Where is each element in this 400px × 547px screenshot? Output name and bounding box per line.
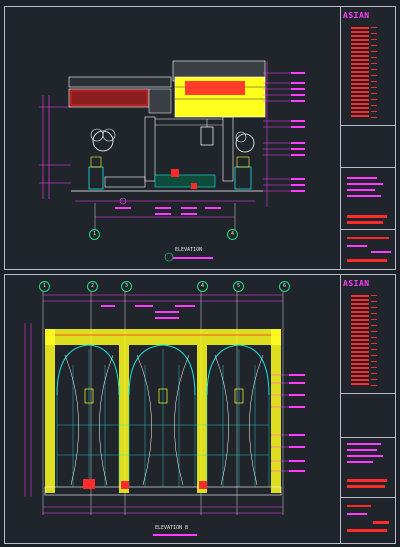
title-block-field <box>347 195 381 197</box>
grid-axis-bubble: 2 <box>87 281 98 292</box>
title-block-divider <box>341 125 395 126</box>
project-name-field <box>347 215 387 218</box>
title-block-notes-secondary <box>371 295 377 387</box>
drawing-name-field <box>347 221 383 224</box>
company-logo: ASIAN <box>343 11 393 25</box>
drawing-sheet-elevation: 1 4 ELEVATION ASIAN <box>4 6 396 270</box>
view-caption: ELEVATION B <box>155 525 188 531</box>
title-block-field <box>347 237 389 239</box>
title-block-field <box>347 505 371 507</box>
elevation-a-drawing <box>39 60 305 262</box>
title-block-field <box>373 521 389 524</box>
title-block-field <box>347 189 375 191</box>
grid-axis-bubble: 4 <box>227 229 238 240</box>
title-block-divider <box>341 393 395 394</box>
title-block-notes <box>351 27 369 119</box>
company-logo: ASIAN <box>343 279 393 293</box>
grid-axis-bubble: 4 <box>197 281 208 292</box>
elevation-label: ELEVATION B <box>155 525 189 531</box>
grid-axis-bubble: 5 <box>233 281 244 292</box>
title-block-field <box>347 461 373 463</box>
grid-axis-bubble: 6 <box>279 281 290 292</box>
caption-underline <box>153 534 197 536</box>
view-caption: ELEVATION <box>175 247 202 253</box>
title-block-field <box>347 449 377 451</box>
elevation-label: ELEVATION <box>175 247 203 253</box>
title-block: ASIAN <box>340 275 395 543</box>
title-block-divider <box>341 437 395 438</box>
drawing-name-field <box>347 485 385 488</box>
title-block-field <box>347 455 383 457</box>
title-block-field <box>347 443 381 445</box>
caption-underline <box>173 257 213 259</box>
title-block-divider <box>341 497 395 498</box>
title-block-field <box>371 251 391 253</box>
title-block: ASIAN <box>340 7 395 269</box>
elevation-b-drawing <box>24 289 305 515</box>
grid-axis-bubble: 1 <box>39 281 50 292</box>
title-block-field <box>347 177 377 179</box>
grid-axis-bubble: 1 <box>89 229 100 240</box>
title-block-field <box>347 259 387 262</box>
title-block-field <box>347 245 367 247</box>
drawing-sheet-elevation-b: 1 2 3 4 5 6 ELEVATION B ASIAN <box>4 274 396 544</box>
title-block-field <box>347 183 383 185</box>
title-block-notes <box>351 295 369 387</box>
title-block-divider <box>341 229 395 230</box>
logo-text: ASIAN <box>343 279 370 288</box>
title-block-field <box>347 513 367 515</box>
title-block-divider <box>341 167 395 168</box>
title-block-notes-secondary <box>371 27 377 119</box>
grid-axis-bubble: 3 <box>121 281 132 292</box>
title-block-field <box>347 529 387 532</box>
logo-text: ASIAN <box>343 11 370 20</box>
project-name-field <box>347 479 387 482</box>
